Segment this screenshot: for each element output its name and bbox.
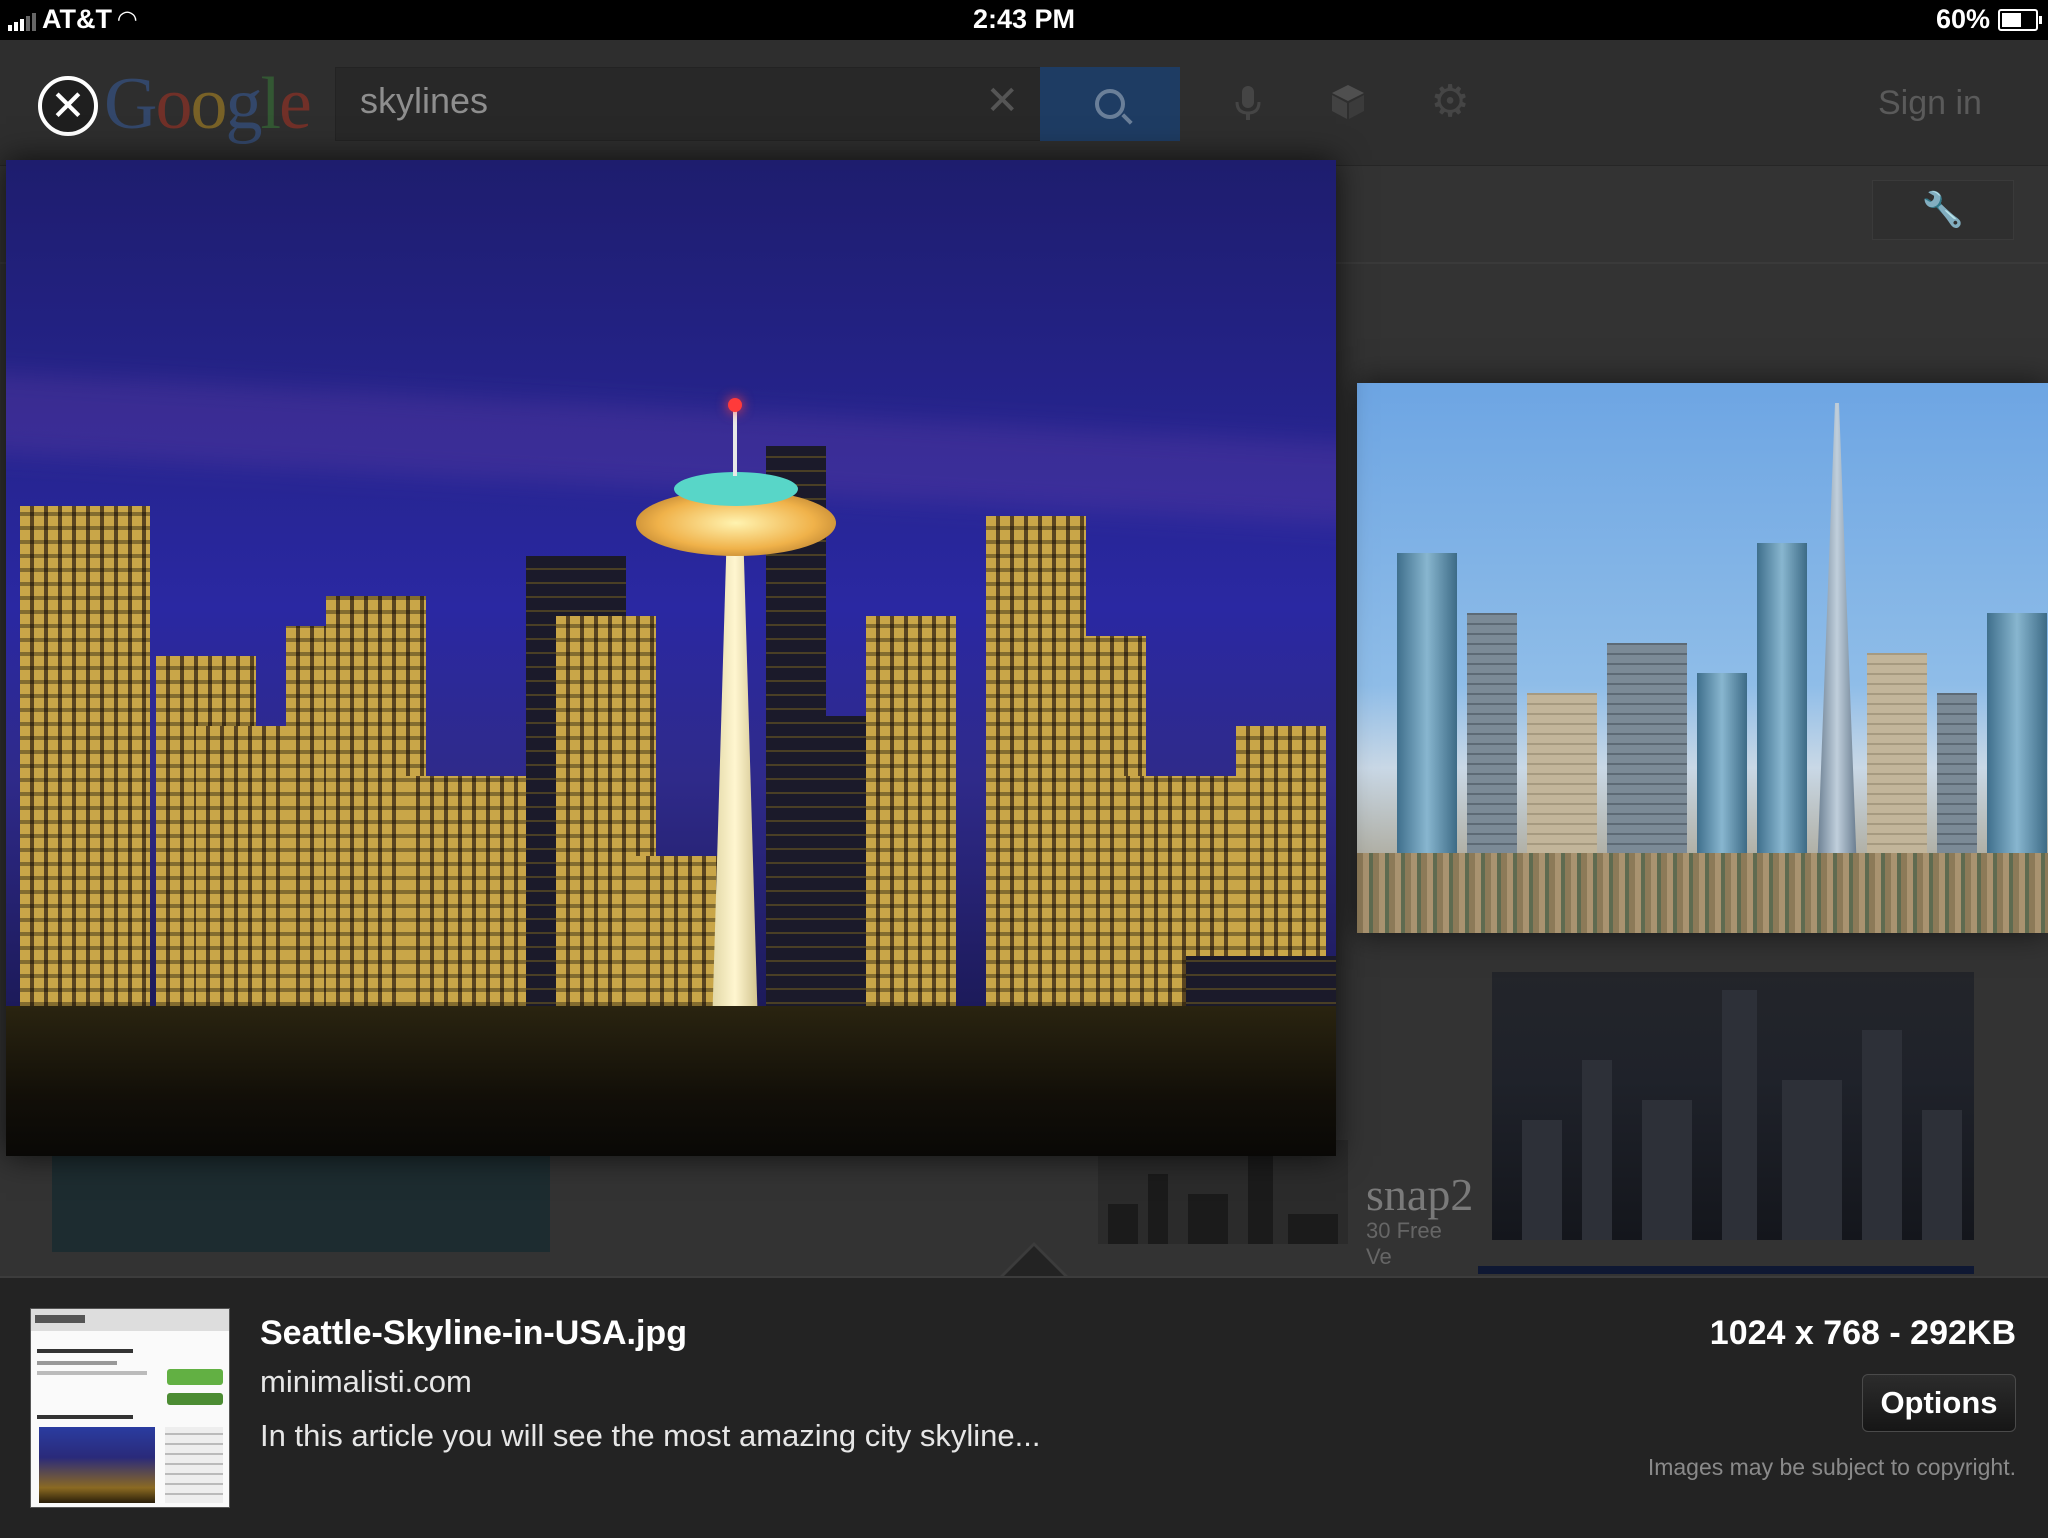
result-title: snap2 (1366, 1169, 1474, 1220)
next-image-preview[interactable] (1357, 383, 2048, 933)
image-dimensions: 1024 x 768 - 292KB (1709, 1314, 2016, 1352)
search-button[interactable] (1040, 67, 1180, 141)
search-header: Google skylines ✕ ⚙ Sign in (0, 40, 2048, 166)
result-thumbnail[interactable]: snap2 30 Free Ve (1350, 1040, 1474, 1269)
close-button[interactable]: ✕ (38, 76, 98, 136)
result-thumbnail[interactable] (52, 1156, 550, 1252)
image-file-name[interactable]: Seattle-Skyline-in-USA.jpg (260, 1314, 687, 1353)
clear-icon[interactable]: ✕ (985, 78, 1019, 124)
logo-letter: G (104, 63, 157, 145)
image-description: In this article you will see the most am… (260, 1418, 1041, 1453)
google-logo[interactable]: Google (104, 62, 312, 147)
search-icon (1095, 89, 1125, 119)
result-thumbnail[interactable] (1492, 972, 1974, 1240)
result-subtitle: 30 Free Ve (1366, 1218, 1442, 1269)
close-icon: ✕ (50, 82, 86, 129)
source-page-thumbnail[interactable] (30, 1308, 230, 1508)
burj-khalifa (1817, 403, 1857, 873)
logo-letter: l (260, 63, 281, 145)
gear-icon[interactable]: ⚙ (1430, 80, 1470, 124)
logo-letter: e (279, 63, 312, 145)
clock: 2:43 PM (972, 4, 1076, 34)
result-thumbnail[interactable] (1478, 1266, 1974, 1274)
options-button[interactable]: Options (1862, 1374, 2016, 1432)
battery-percent: 60% (1935, 4, 1990, 34)
cube-icon[interactable] (1328, 82, 1368, 122)
logo-letter: o (155, 63, 192, 145)
sign-in-link[interactable]: Sign in (1878, 84, 1982, 123)
image-source-domain[interactable]: minimalisti.com (260, 1364, 472, 1400)
logo-letter: g (225, 63, 262, 145)
copyright-notice: Images may be subject to copyright. (1647, 1454, 2016, 1480)
preview-image[interactable] (6, 160, 1336, 1156)
wrench-icon: 🔧 (1921, 191, 1965, 229)
logo-letter: o (190, 63, 227, 145)
tools-button[interactable]: 🔧 (1872, 180, 2014, 240)
status-right: 60% (1935, 4, 2042, 35)
battery-icon (1998, 8, 2042, 31)
search-query-text: skylines (360, 80, 489, 121)
status-bar: AT&T ◠ 2:43 PM 60% (0, 0, 2048, 40)
search-input[interactable]: skylines ✕ (335, 67, 1042, 141)
microphone-icon[interactable] (1228, 82, 1268, 122)
image-info-panel: Seattle-Skyline-in-USA.jpg minimalisti.c… (0, 1276, 2048, 1538)
